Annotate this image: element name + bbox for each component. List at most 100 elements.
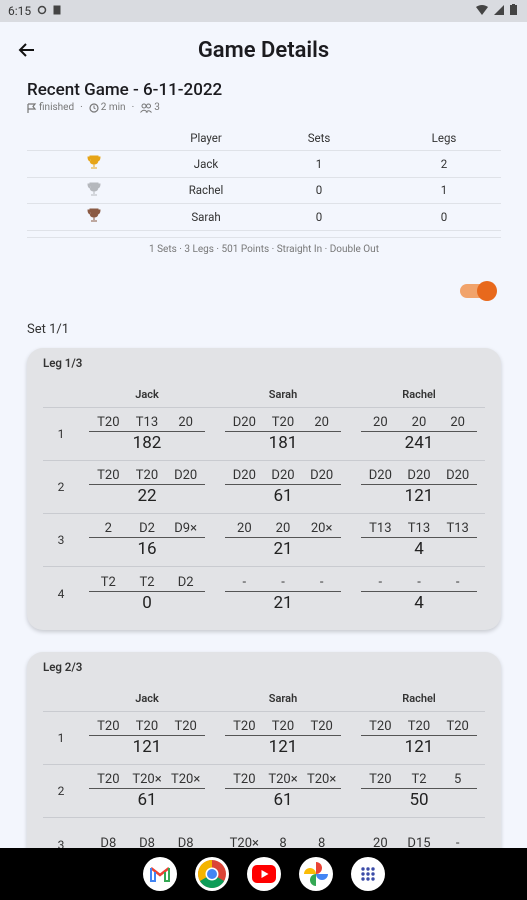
- dart-score: T20: [135, 468, 159, 483]
- throw-cell: 20 D15 -: [351, 836, 487, 849]
- dart-score: T20: [271, 719, 295, 734]
- remaining-score: 50: [409, 790, 429, 810]
- leg-player-header: Sarah: [268, 692, 298, 705]
- throw-cell: D8 D8 D8: [79, 836, 215, 849]
- view-toggle-switch[interactable]: [460, 281, 497, 301]
- leg-player-header: Rachel: [402, 692, 436, 705]
- dart-score: D20: [232, 415, 256, 430]
- dart-score: 2: [104, 521, 112, 536]
- gmail-icon[interactable]: [142, 857, 177, 891]
- remaining-score: 61: [273, 790, 293, 810]
- player-sets: 0: [315, 183, 323, 198]
- player-legs: 0: [440, 209, 448, 224]
- game-title: Recent Game - 6-11-2022: [27, 80, 223, 100]
- header-player: Player: [190, 130, 222, 145]
- dart-score: T20: [446, 719, 469, 734]
- remaining-score: 21: [273, 592, 293, 613]
- throw-cell: T20 T20× T20× 61: [215, 772, 351, 810]
- status-time: 6:15: [8, 4, 32, 18]
- round-number: 4: [57, 586, 65, 601]
- dart-score: -: [455, 835, 460, 849]
- round-row: 4 T2 T2 D2 0 - - - 21 - - - 4: [43, 567, 485, 620]
- dart-score: 8: [279, 835, 287, 849]
- remaining-score: 4: [414, 539, 424, 559]
- back-arrow-icon[interactable]: [14, 38, 38, 62]
- dart-score: D2: [139, 521, 155, 536]
- dart-score: T20: [407, 719, 431, 734]
- throw-cell: T20 T20 T20 121: [79, 719, 215, 757]
- dart-score: D15: [407, 835, 431, 849]
- apps-icon[interactable]: [350, 857, 385, 891]
- sim-status-icon: [53, 4, 61, 18]
- dart-score: T20×: [132, 772, 162, 787]
- battery-icon: [510, 4, 517, 18]
- dart-throws: T20 T20× T20×: [225, 772, 341, 789]
- game-details-content[interactable]: Recent Game - 6-11-2022 finished · 2 min…: [0, 78, 527, 848]
- player-name: Rachel: [188, 183, 224, 198]
- leg-player-header: Jack: [135, 388, 159, 401]
- dart-score: T20: [97, 468, 120, 483]
- remaining-score: 121: [132, 737, 162, 757]
- player-sets: 1: [315, 156, 323, 171]
- leg-title: Leg 2/3: [43, 660, 83, 674]
- dart-score: T20×: [229, 835, 259, 849]
- dart-score: D20: [271, 468, 295, 483]
- dart-throws: 20 D15 -: [361, 836, 477, 849]
- dart-score: -: [281, 574, 285, 590]
- dart-score: T20: [97, 719, 120, 734]
- summary-row: Sarah 0 0: [27, 204, 501, 231]
- dart-score: T20: [174, 719, 197, 734]
- remaining-score: 61: [137, 790, 157, 810]
- dart-throws: T20 T20 T20: [361, 719, 477, 736]
- youtube-icon[interactable]: [246, 857, 281, 891]
- round-number: 1: [57, 731, 65, 745]
- status-bar: 6:15: [0, 0, 527, 22]
- leg-title: Leg 1/3: [43, 356, 83, 370]
- throw-cell: 20 20 20× 21: [215, 521, 351, 559]
- throw-cell: D20 D20 D20 61: [215, 468, 351, 506]
- remaining-score: 121: [404, 737, 434, 757]
- dart-throws: T20 T20 T20: [225, 719, 341, 736]
- remaining-score: 21: [273, 539, 293, 559]
- player-legs: 1: [440, 183, 448, 198]
- throw-cell: T20 T2 5 50: [351, 772, 487, 810]
- dart-throws: T20 T20 D20: [89, 468, 205, 485]
- game-settings-note: 1 Sets · 3 Legs · 501 Points · Straight …: [27, 236, 501, 255]
- dart-throws: ---: [225, 575, 341, 592]
- dart-score: D20: [407, 468, 431, 483]
- remaining-score: 182: [132, 433, 162, 453]
- header-legs: Legs: [431, 130, 457, 145]
- app-bar: Game Details: [0, 22, 527, 78]
- throw-cell: T20 T20× T20× 61: [79, 772, 215, 810]
- header-sets: Sets: [307, 130, 331, 145]
- throw-cell: T20× 8 8: [215, 836, 351, 849]
- dart-score: T20×: [268, 772, 298, 787]
- round-row: 3 D8 D8 D8 T20× 8 8 20 D15 -: [43, 818, 487, 849]
- remaining-score: 121: [404, 486, 434, 506]
- leg-player-header: Jack: [135, 692, 159, 705]
- throw-cell: - - - 4: [351, 575, 487, 613]
- throw-cell: T20 T20 T20 121: [215, 719, 351, 757]
- round-number: 2: [57, 784, 65, 798]
- dart-score: D20: [232, 468, 256, 483]
- timer-icon: [89, 102, 99, 113]
- dart-throws: T20 T13 20: [89, 415, 205, 432]
- photos-icon[interactable]: [298, 857, 333, 891]
- leg-player-header: Sarah: [268, 388, 298, 401]
- dart-score: T20×: [170, 772, 201, 787]
- set-label: Set 1/1: [27, 322, 70, 337]
- dart-score: T20: [271, 415, 295, 430]
- dart-throws: ---: [361, 575, 477, 592]
- dart-score: D20: [368, 468, 392, 483]
- dart-score: D20: [446, 468, 470, 483]
- dart-throws: D20 D20 D20: [361, 468, 477, 485]
- dart-score: T13: [135, 415, 159, 430]
- summary-header: Player Sets Legs: [27, 125, 501, 151]
- dart-score: T20: [310, 719, 333, 734]
- dart-throws: T2 T2 D2: [89, 575, 205, 592]
- dart-score: D8: [139, 835, 155, 849]
- dart-score: D20: [310, 468, 334, 483]
- chrome-icon[interactable]: [194, 857, 229, 891]
- dart-score: T13: [369, 521, 392, 536]
- dart-score: D8: [100, 835, 117, 849]
